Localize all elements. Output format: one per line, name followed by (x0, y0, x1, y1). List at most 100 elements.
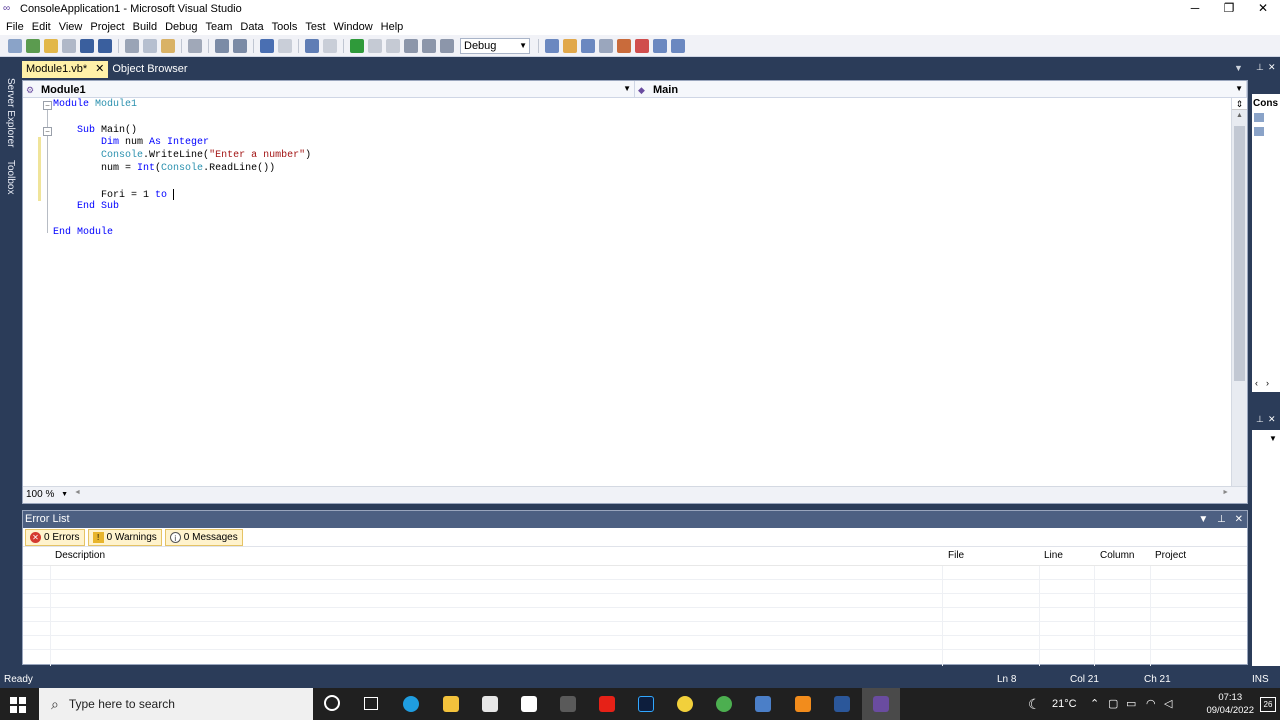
object-browser-icon[interactable] (599, 38, 613, 53)
close-window-button[interactable]: ✕ (1246, 0, 1280, 18)
start-page-icon[interactable] (635, 38, 649, 53)
code-line[interactable] (53, 112, 311, 125)
notifications-count[interactable]: 26 (1260, 697, 1276, 712)
close-icon[interactable]: ✕ (1235, 514, 1243, 525)
step-over-icon[interactable] (422, 38, 436, 53)
extension-manager-icon[interactable] (653, 38, 667, 53)
types-dropdown[interactable]: ⚙ Module1 ▼ (23, 81, 635, 98)
zoom-select[interactable]: 100 % ▼ (24, 488, 70, 502)
task-view-icon[interactable] (364, 697, 378, 710)
new-project-icon[interactable] (8, 38, 22, 53)
save-icon[interactable] (80, 38, 94, 53)
column-line[interactable]: Line (1044, 550, 1063, 561)
step-into-icon[interactable] (404, 38, 418, 53)
column-file[interactable]: File (948, 550, 964, 561)
remote-desktop-icon[interactable] (755, 696, 771, 712)
scroll-right-icon[interactable]: › (1266, 378, 1269, 388)
code-line[interactable]: num = Int(Console.ReadLine()) (53, 163, 311, 176)
close-tab-icon[interactable]: ✕ (95, 61, 104, 78)
tab-list-dropdown-icon[interactable]: ▼ (1234, 63, 1243, 73)
step-out-icon[interactable] (440, 38, 454, 53)
pin-icon[interactable]: ⊥ (1256, 62, 1264, 73)
code-line[interactable]: Fori = 1 to (53, 188, 311, 202)
scroll-left-icon[interactable]: ◄ (74, 489, 81, 496)
find-icon[interactable] (188, 38, 202, 53)
chat-app-icon[interactable] (677, 696, 693, 712)
chevron-down-icon[interactable]: ▼ (1198, 514, 1208, 525)
scrollbar-thumb[interactable] (1234, 126, 1245, 381)
chevron-down-icon[interactable]: ▼ (1269, 434, 1277, 443)
code-line[interactable] (53, 214, 311, 227)
weather-temperature[interactable]: 21°C (1052, 688, 1077, 720)
copy-icon[interactable] (143, 38, 157, 53)
menu-test[interactable]: Test (301, 21, 329, 33)
menu-tools[interactable]: Tools (268, 21, 302, 33)
open-file-icon[interactable] (44, 38, 58, 53)
restore-button[interactable]: ❐ (1212, 0, 1246, 18)
volume-icon[interactable]: ◁ (1164, 688, 1172, 720)
code-line[interactable]: Dim num As Integer (53, 137, 311, 150)
vertical-scrollbar[interactable]: ⇕ ▲ (1231, 98, 1247, 486)
code-area[interactable]: − − Module Module1 Sub Main() Dim num As… (23, 98, 1233, 486)
cut-icon[interactable] (125, 38, 139, 53)
word-icon[interactable] (834, 696, 850, 712)
toolbox-icon[interactable] (617, 38, 631, 53)
add-existing-icon[interactable] (62, 38, 76, 53)
command-window-icon[interactable] (671, 38, 685, 53)
properties-window-icon[interactable] (581, 38, 595, 53)
scroll-right-icon[interactable]: ► (1222, 489, 1229, 496)
microsoft-store-icon[interactable] (482, 696, 498, 712)
menu-build[interactable]: Build (129, 21, 161, 33)
cortana-icon[interactable] (324, 695, 340, 711)
close-icon[interactable]: ✕ (1268, 62, 1276, 73)
menu-data[interactable]: Data (236, 21, 267, 33)
server-explorer-tab[interactable]: Server Explorer (2, 78, 16, 147)
menu-help[interactable]: Help (377, 21, 408, 33)
menu-project[interactable]: Project (86, 21, 128, 33)
column-column[interactable]: Column (1100, 550, 1134, 561)
navigate-backward-icon[interactable] (305, 38, 319, 53)
code-text[interactable]: Module Module1 Sub Main() Dim num As Int… (53, 99, 311, 240)
horizontal-scrollbar[interactable]: ◄ ► (74, 489, 1229, 501)
windows-start-icon[interactable] (10, 697, 26, 713)
photoshop-icon[interactable] (638, 696, 654, 712)
menu-edit[interactable]: Edit (28, 21, 55, 33)
stop-icon[interactable] (386, 38, 400, 53)
chrome-icon[interactable] (716, 696, 732, 712)
redo-icon[interactable] (278, 38, 292, 53)
tab-object-browser[interactable]: Object Browser (108, 61, 191, 78)
show-hidden-icons-icon[interactable]: ⌃ (1090, 688, 1099, 720)
weather-icon[interactable]: ☾ (1028, 688, 1041, 720)
code-line[interactable] (53, 176, 311, 189)
start-debugging-icon[interactable] (350, 38, 364, 53)
menu-window[interactable]: Window (330, 21, 377, 33)
code-line[interactable]: Sub Main() (53, 125, 311, 138)
minimize-button[interactable]: ─ (1178, 0, 1212, 18)
warnings-filter-button[interactable]: ! 0 Warnings (87, 528, 162, 546)
menu-debug[interactable]: Debug (161, 21, 201, 33)
taskbar-search-box[interactable]: ⌕ Type here to search (39, 688, 313, 720)
errors-filter-button[interactable]: ✕ 0 Errors (25, 528, 85, 546)
menu-view[interactable]: View (55, 21, 87, 33)
members-dropdown[interactable]: ◆ Main ▼ (635, 81, 1247, 98)
split-window-icon[interactable]: ⇕ (1232, 98, 1247, 110)
youtube-icon[interactable] (599, 696, 615, 712)
code-line[interactable]: End Module (53, 227, 311, 240)
scroll-up-icon[interactable]: ▲ (1232, 110, 1247, 122)
pin-icon[interactable]: ⊥ (1256, 414, 1264, 425)
solution-explorer-icon[interactable] (563, 38, 577, 53)
collapse-module-icon[interactable]: − (43, 101, 52, 110)
vlc-icon[interactable] (795, 696, 811, 712)
code-line[interactable]: Module Module1 (53, 99, 311, 112)
tab-module1[interactable]: Module1.vb* ✕ (22, 61, 109, 78)
file-explorer-icon[interactable] (443, 696, 459, 712)
collapse-sub-icon[interactable]: − (43, 127, 52, 136)
meet-now-icon[interactable]: ▢ (1108, 688, 1118, 720)
mail-icon[interactable] (521, 696, 537, 712)
column-project[interactable]: Project (1155, 550, 1186, 561)
code-line[interactable]: End Sub (53, 201, 311, 214)
wifi-icon[interactable]: ◠ (1146, 688, 1156, 720)
undo-icon[interactable] (260, 38, 274, 53)
toolbox-tab[interactable]: Toolbox (2, 160, 16, 194)
navigate-forward-icon[interactable] (323, 38, 337, 53)
